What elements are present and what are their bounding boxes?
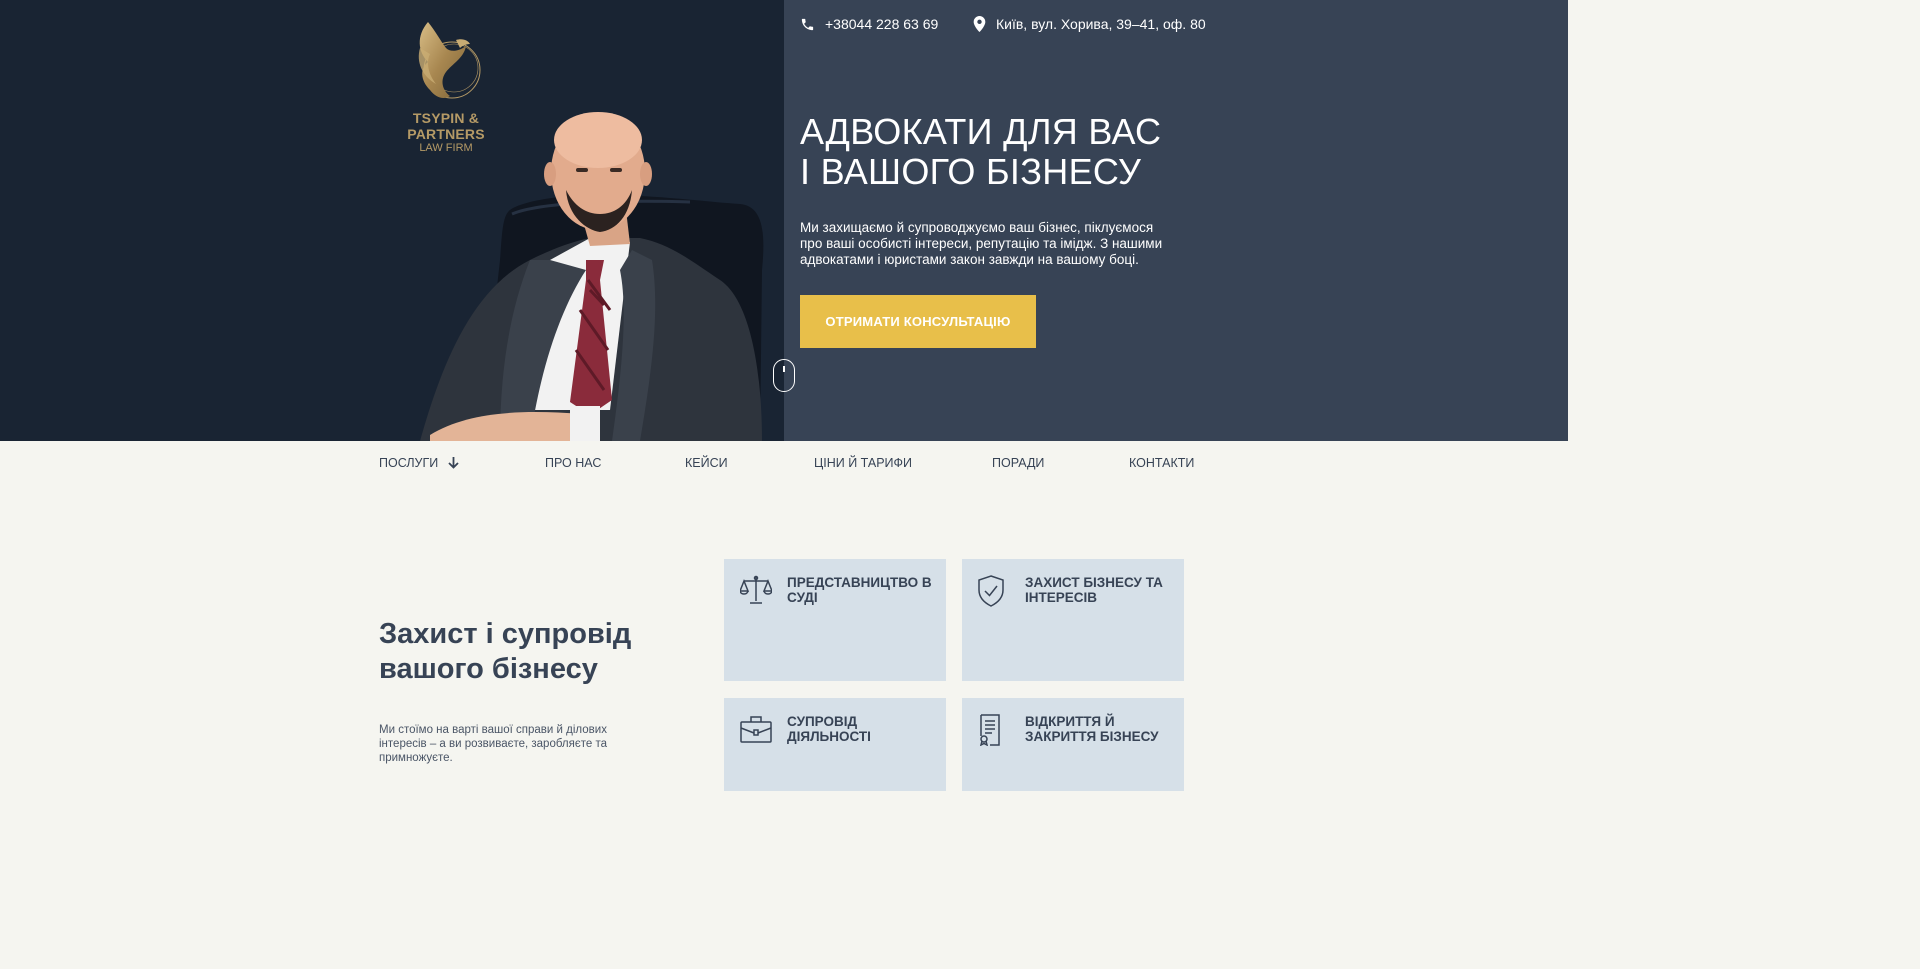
scales-icon — [738, 575, 774, 610]
hero-photo-panel: TSYPIN & PARTNERS LAW FIRM — [0, 0, 784, 441]
main-nav: ПОСЛУГИ ПРО НАС КЕЙСИ ЦІНИ Й ТАРИФИ ПОРА… — [379, 456, 1194, 472]
nav-item-label: ПОСЛУГИ — [379, 456, 439, 470]
phone-number: +38044 228 63 69 — [825, 16, 939, 32]
certificate-document-icon — [978, 714, 1004, 751]
hero-title-line-2: І ВАШОГО БІЗНЕСУ — [800, 151, 1142, 192]
service-title: СУПРОВІД ДІЯЛЬНОСТІ — [787, 714, 871, 744]
address-text: Київ, вул. Хорива, 39–41, оф. 80 — [996, 16, 1206, 32]
nav-item-contacts[interactable]: КОНТАКТИ — [1129, 456, 1194, 470]
lawyer-portrait-image — [420, 112, 764, 441]
section-title: Захист і супровід вашого бізнесу — [379, 617, 631, 687]
hero-title: АДВОКАТИ ДЛЯ ВАС І ВАШОГО БІЗНЕСУ — [800, 112, 1161, 192]
section-description: Ми стоїмо на варті вашої справи й ділови… — [379, 724, 607, 764]
service-title: ЗАХИСТ БІЗНЕСУ ТА ІНТЕРЕСІВ — [1025, 575, 1163, 605]
get-consultation-button[interactable]: ОТРИМАТИ КОНСУЛЬТАЦІЮ — [800, 295, 1036, 348]
briefcase-icon — [740, 714, 772, 749]
nav-item-advice[interactable]: ПОРАДИ — [992, 456, 1044, 470]
nav-item-cases[interactable]: КЕЙСИ — [685, 456, 728, 470]
phoenix-logo-icon — [418, 22, 481, 99]
hero-section: TSYPIN & PARTNERS LAW FIRM +38044 228 63… — [0, 0, 1568, 441]
section-title-line-2: вашого бізнесу — [379, 653, 598, 685]
service-title: ВІДКРИТТЯ Й ЗАКРИТТЯ БІЗНЕСУ — [1025, 714, 1159, 744]
service-card-business-protection[interactable]: ЗАХИСТ БІЗНЕСУ ТА ІНТЕРЕСІВ — [962, 559, 1184, 681]
contact-address[interactable]: Київ, вул. Хорива, 39–41, оф. 80 — [973, 16, 1206, 32]
service-card-open-close-business[interactable]: ВІДКРИТТЯ Й ЗАКРИТТЯ БІЗНЕСУ — [962, 698, 1184, 791]
contact-phone[interactable]: +38044 228 63 69 — [800, 16, 938, 32]
nav-item-services[interactable]: ПОСЛУГИ — [379, 456, 459, 470]
map-pin-icon — [973, 16, 986, 32]
mouse-scroll-icon[interactable] — [773, 359, 795, 392]
arrow-down-icon — [448, 457, 459, 469]
hero-title-line-1: АДВОКАТИ ДЛЯ ВАС — [800, 111, 1162, 152]
nav-item-about[interactable]: ПРО НАС — [545, 456, 601, 470]
nav-item-prices[interactable]: ЦІНИ Й ТАРИФИ — [814, 456, 912, 470]
phone-icon — [800, 17, 815, 32]
shield-check-icon — [978, 575, 1004, 612]
service-card-court[interactable]: ПРЕДСТАВНИЦТВО В СУДІ — [724, 559, 946, 681]
service-title: ПРЕДСТАВНИЦТВО В СУДІ — [787, 575, 932, 605]
section-title-line-1: Захист і супровід — [379, 618, 632, 650]
hero-description: Ми захищаємо й супроводжуємо ваш бізнес,… — [800, 220, 1163, 267]
service-card-support[interactable]: СУПРОВІД ДІЯЛЬНОСТІ — [724, 698, 946, 791]
